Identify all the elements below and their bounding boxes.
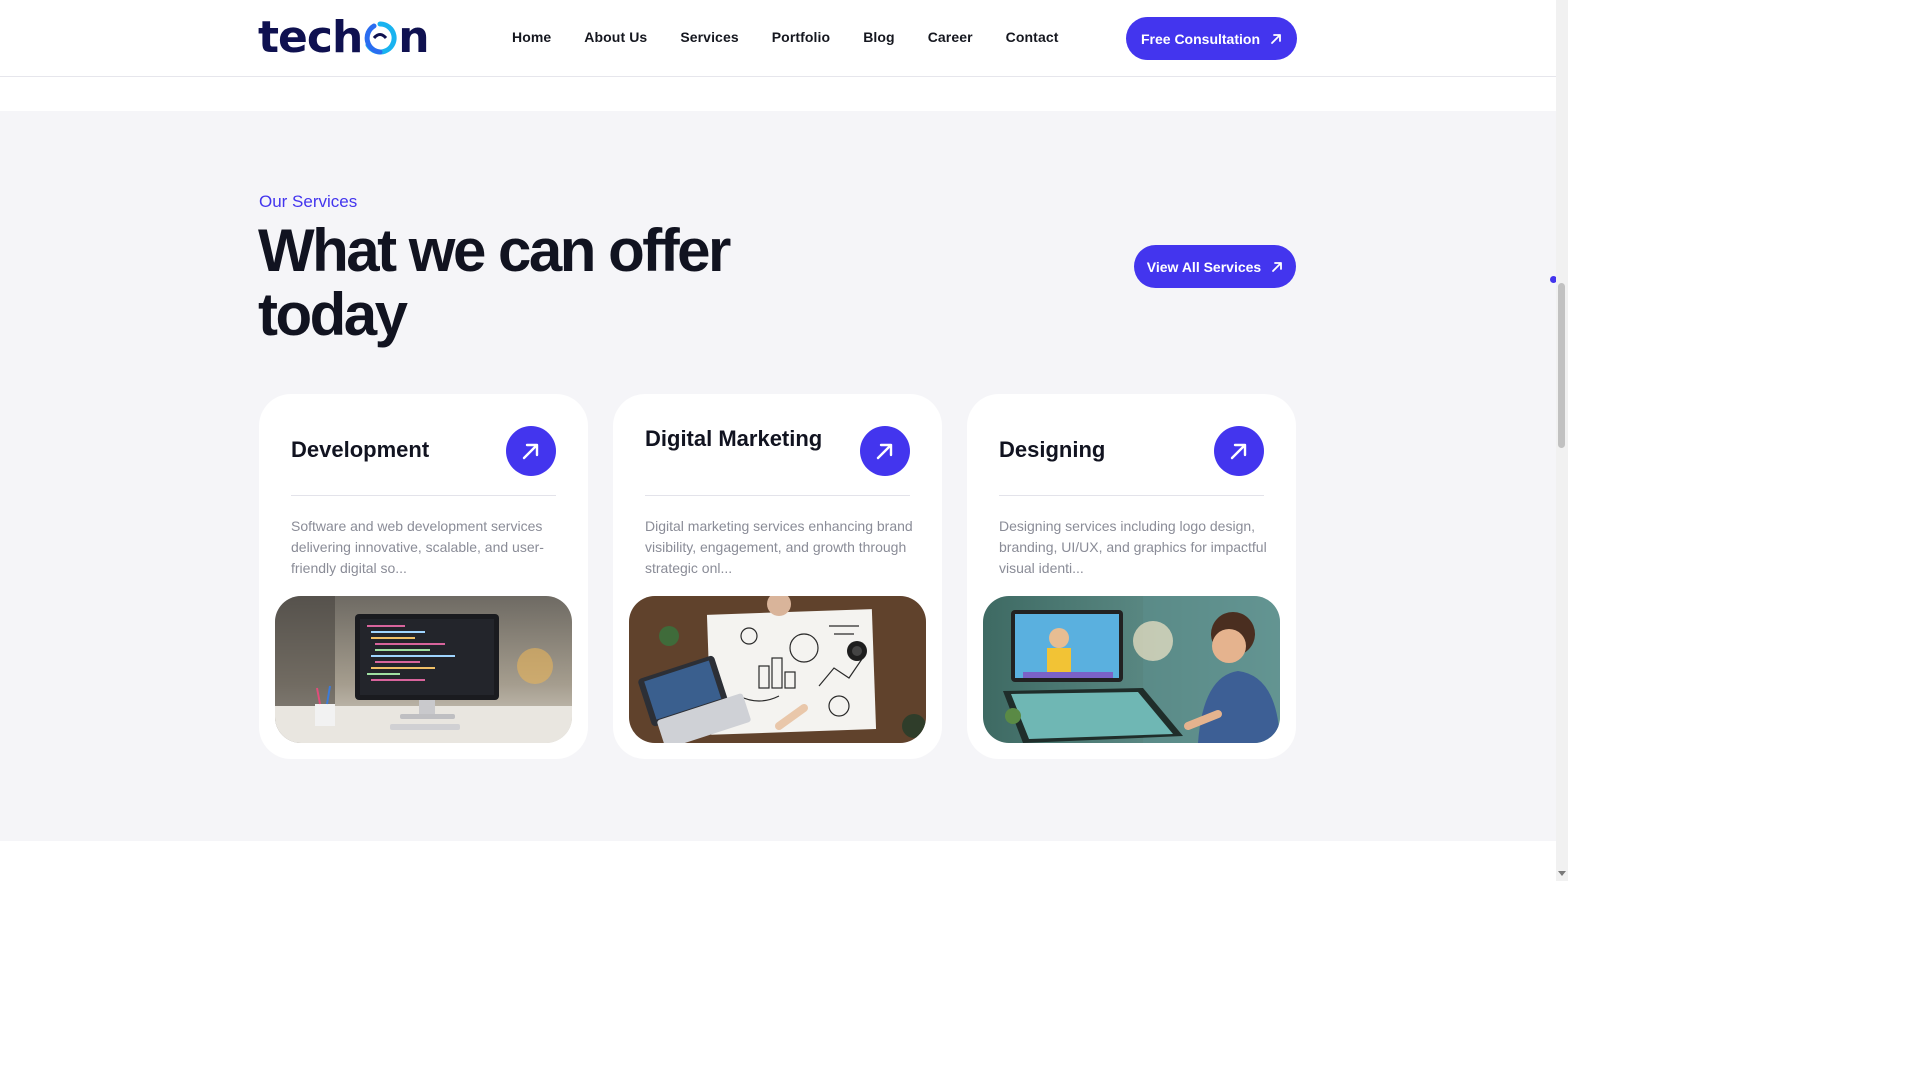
card-divider [645,495,910,496]
site-header: tech n Home About Us Services Portfolio … [0,0,1556,77]
card-divider [999,495,1264,496]
arrow-up-right-icon [1230,443,1247,460]
logo-o-icon [363,21,397,55]
section-title: What we can offer today [258,217,731,348]
designing-image [983,596,1280,743]
service-card-arrow-button[interactable] [1214,426,1264,476]
logo-text-right: n [398,12,429,63]
service-card-designing[interactable]: Designing Designing services including l… [967,394,1296,759]
service-card-arrow-button[interactable] [506,426,556,476]
nav-about-us[interactable]: About Us [584,29,647,45]
service-card-development[interactable]: Development Software and web development… [259,394,588,759]
services-section: Our Services What we can offer today Vie… [0,111,1556,841]
nav-blog[interactable]: Blog [863,29,895,45]
arrow-up-right-icon [522,443,539,460]
digital-marketing-image [629,596,926,743]
arrow-up-right-icon [1271,33,1281,44]
service-card-description: Designing services including logo design… [999,518,1267,576]
free-consultation-button[interactable]: Free Consultation [1126,17,1297,60]
service-card-digital-marketing[interactable]: Digital Marketing Digital marketing serv… [613,394,942,759]
nav-career[interactable]: Career [928,29,973,45]
nav-home[interactable]: Home [512,29,551,45]
card-divider [291,495,556,496]
service-card-title: Designing [999,437,1106,462]
service-card-description: Digital marketing services enhancing bra… [645,518,913,576]
service-card-title: Digital Marketing [645,426,823,451]
arrow-up-right-icon [1272,261,1283,272]
main-nav: Home About Us Services Portfolio Blog Ca… [512,29,1091,45]
service-card-description: Software and web development services de… [291,518,544,576]
next-section-top [0,841,1556,881]
section-eyebrow: Our Services [259,192,358,211]
development-image [275,596,572,743]
nav-contact[interactable]: Contact [1006,29,1059,45]
nav-portfolio[interactable]: Portfolio [772,29,830,45]
scrollbar-thumb[interactable] [1558,283,1565,448]
service-card-arrow-button[interactable] [860,426,910,476]
view-all-services-label: View All Services [1146,258,1262,275]
logo-text-left: tech [258,12,363,63]
logo[interactable]: tech n [258,12,430,63]
nav-services[interactable]: Services [680,29,738,45]
page-scrollbar[interactable] [1556,0,1568,881]
arrow-up-right-icon [876,443,893,460]
scroll-down-arrow-icon[interactable] [1558,871,1566,876]
service-card-title: Development [291,437,430,462]
free-consultation-label: Free Consultation [1140,30,1260,47]
view-all-services-button[interactable]: View All Services [1134,245,1296,288]
